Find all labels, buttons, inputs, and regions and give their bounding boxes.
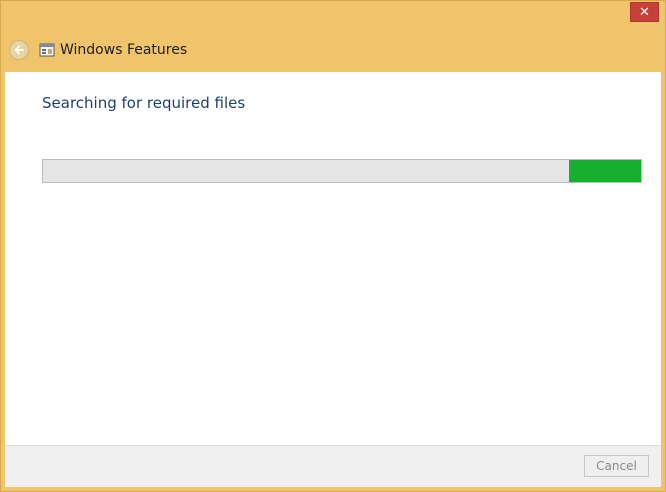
progress-indicator (568, 160, 641, 182)
window-title: Windows Features (60, 42, 188, 58)
close-button[interactable]: ✕ (630, 2, 659, 22)
cancel-button[interactable]: Cancel (584, 455, 649, 477)
windows-features-icon (39, 43, 55, 57)
footer-bar: Cancel (5, 445, 661, 487)
status-heading: Searching for required files (42, 94, 246, 112)
dialog-window: ✕ Windows Features Searching for require… (0, 0, 666, 492)
close-icon: ✕ (639, 5, 650, 20)
back-button[interactable] (9, 40, 29, 60)
content-area: Searching for required files (5, 71, 661, 445)
title-bar: Windows Features (9, 35, 187, 65)
back-arrow-icon (14, 45, 24, 55)
progress-bar (42, 159, 642, 183)
